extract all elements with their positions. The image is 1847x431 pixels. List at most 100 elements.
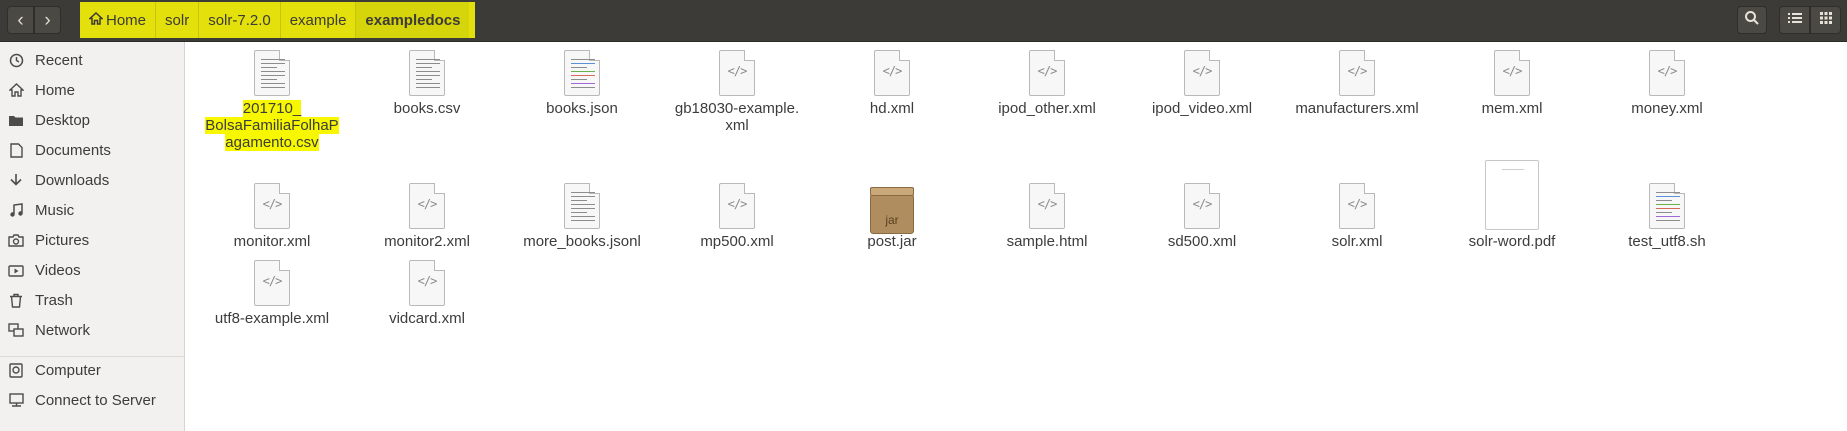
breadcrumb-label: exampledocs	[365, 11, 461, 29]
text-preview-line	[261, 59, 285, 60]
text-preview-line	[571, 204, 595, 205]
file-name-line: 201710_	[242, 100, 302, 117]
network-icon	[7, 321, 25, 339]
sidebar-item-trash[interactable]: Trash	[0, 286, 184, 314]
xml-file-icon: </>	[1029, 50, 1065, 96]
pdf-preview-line	[1502, 169, 1524, 170]
sidebar-item-connect-to-server[interactable]: Connect to Server	[0, 386, 184, 414]
text-preview-line	[571, 192, 595, 193]
file-name-line: monitor2.xml	[384, 233, 470, 250]
text-preview-line	[571, 216, 595, 217]
sidebar-item-label: Documents	[35, 141, 111, 159]
sidebar-item-videos[interactable]: Videos	[0, 256, 184, 284]
text-preview-line	[571, 67, 587, 68]
sidebar-item-computer[interactable]: Computer	[0, 356, 184, 384]
places-sidebar: Recent Home Desktop Documents Downloads …	[0, 42, 185, 431]
pdf-file-icon	[1485, 160, 1539, 230]
xml-file-icon: </>	[1029, 183, 1065, 229]
text-preview-line	[571, 75, 595, 76]
search-button[interactable]	[1737, 6, 1767, 34]
file-name: ipod_video.xml	[1127, 100, 1277, 117]
xml-file-icon: </>	[1339, 50, 1375, 96]
document-icon	[7, 141, 25, 159]
breadcrumb-solr-version[interactable]: solr-7.2.0	[199, 2, 281, 38]
list-view-button[interactable]	[1779, 6, 1810, 34]
xml-file-icon: </>	[1494, 50, 1530, 96]
sidebar-item-documents[interactable]: Documents	[0, 136, 184, 164]
sidebar-item-label: Trash	[35, 291, 73, 309]
text-preview-line	[416, 75, 440, 76]
xml-file-icon: </>	[874, 50, 910, 96]
file-name-line: manufacturers.xml	[1295, 100, 1419, 117]
breadcrumb-solr[interactable]: solr	[156, 2, 200, 38]
sidebar-item-label: Downloads	[35, 171, 110, 189]
text-preview-line	[1656, 196, 1680, 197]
text-preview-line	[416, 67, 432, 68]
breadcrumb-label: solr-7.2.0	[208, 11, 271, 29]
text-preview-line	[261, 67, 277, 68]
file-name-line: mem.xml	[1481, 100, 1543, 117]
file-name: monitor.xml	[197, 233, 347, 250]
sidebar-item-home[interactable]: Home	[0, 76, 184, 104]
code-glyph: </>	[417, 274, 438, 288]
file-name: 201710_ BolsaFamiliaFolhaP agamento.csv	[197, 100, 347, 151]
file-name: books.csv	[352, 100, 502, 117]
text-preview-line	[416, 59, 440, 60]
text-preview-line	[416, 63, 440, 64]
xml-file-icon: </>	[1184, 50, 1220, 96]
xml-file-icon: </>	[409, 183, 445, 229]
text-preview-line	[261, 79, 277, 80]
xml-file-icon: </>	[1184, 183, 1220, 229]
file-name-line: post.jar	[867, 233, 917, 250]
text-preview-line	[571, 212, 587, 213]
text-preview-line	[571, 87, 595, 88]
file-name: more_books.jsonl	[507, 233, 657, 250]
file-name-line: ipod_video.xml	[1151, 100, 1253, 117]
sidebar-item-music[interactable]: Music	[0, 196, 184, 224]
file-name-line: xml	[725, 117, 749, 134]
sidebar-item-label: Network	[35, 321, 91, 339]
breadcrumb: Home solr solr-7.2.0 example exampledocs	[80, 2, 476, 38]
grid-view-button[interactable]	[1810, 6, 1841, 34]
breadcrumb-exampledocs[interactable]: exampledocs	[356, 2, 470, 38]
music-icon	[7, 201, 25, 219]
file-name: solr.xml	[1282, 233, 1432, 250]
clock-icon	[7, 51, 25, 69]
text-preview-line	[261, 71, 285, 72]
file-name: test_utf8.sh	[1592, 233, 1742, 250]
file-name: solr-word.pdf	[1437, 233, 1587, 250]
archive-file-icon: jar	[870, 187, 914, 234]
text-preview-line	[1656, 200, 1672, 201]
file-name: money.xml	[1592, 100, 1742, 117]
sidebar-item-network[interactable]: Network	[0, 316, 184, 344]
home-icon	[7, 81, 25, 99]
sidebar-item-label: Videos	[35, 261, 81, 279]
sidebar-item-downloads[interactable]: Downloads	[0, 166, 184, 194]
breadcrumb-label: example	[289, 11, 347, 29]
file-name: books.json	[507, 100, 657, 117]
search-icon	[1744, 10, 1760, 31]
breadcrumb-label: Home	[106, 11, 147, 29]
code-glyph: </>	[1347, 64, 1368, 78]
code-glyph: </>	[1657, 64, 1678, 78]
file-name-line: test_utf8.sh	[1628, 233, 1706, 250]
text-file-icon	[564, 50, 600, 96]
breadcrumb-label: solr	[165, 11, 190, 29]
file-name-line: agamento.csv	[225, 134, 319, 151]
forward-button[interactable]: ›	[34, 6, 61, 34]
back-button[interactable]: ‹	[7, 6, 34, 34]
breadcrumb-example[interactable]: example	[281, 2, 357, 38]
file-name: mem.xml	[1437, 100, 1587, 117]
xml-file-icon: </>	[409, 260, 445, 306]
header-bar: ‹ › Home solr solr-7.2.0 example example…	[0, 0, 1847, 42]
file-name-line: sample.html	[1006, 233, 1088, 250]
text-preview-line	[571, 79, 587, 80]
file-name: manufacturers.xml	[1282, 100, 1432, 117]
breadcrumb-home[interactable]: Home	[80, 2, 157, 38]
file-name-line: monitor.xml	[233, 233, 311, 250]
sidebar-item-pictures[interactable]: Pictures	[0, 226, 184, 254]
sidebar-item-desktop[interactable]: Desktop	[0, 106, 184, 134]
file-name: ipod_other.xml	[972, 100, 1122, 117]
text-preview-line	[1656, 216, 1680, 217]
sidebar-item-recent[interactable]: Recent	[0, 46, 184, 74]
